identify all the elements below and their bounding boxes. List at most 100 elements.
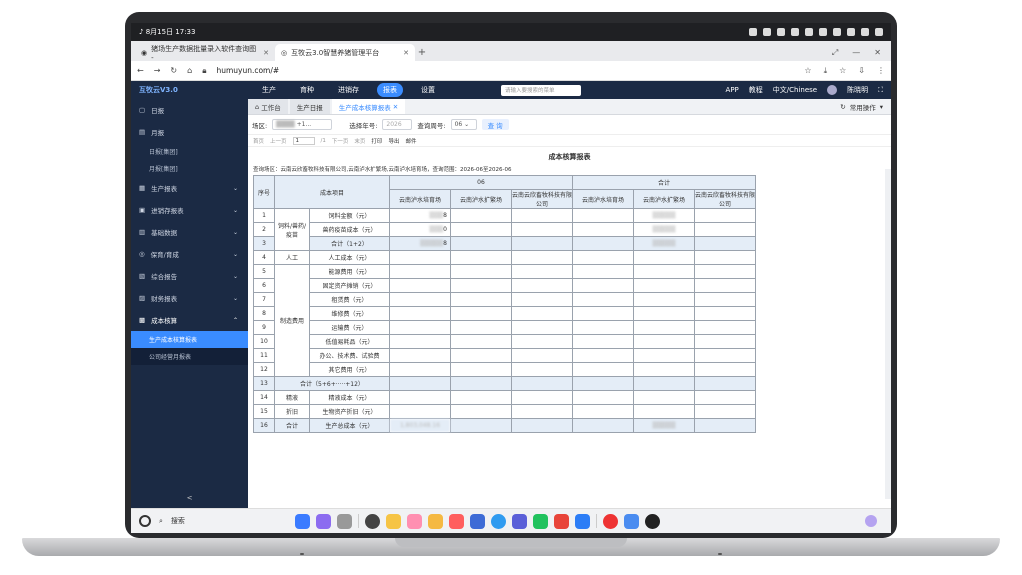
- browser-tabbar: ◉ 猪场生产数据批量录入软件查询图 - ✕ ◎ 互牧云3.0智慧养猪管理平台 ✕…: [131, 41, 891, 62]
- files-icon[interactable]: [315, 513, 331, 529]
- battery-icon[interactable]: [875, 28, 883, 36]
- restore-icon[interactable]: ⤢: [832, 48, 838, 58]
- wps-icon[interactable]: [553, 513, 569, 529]
- qq-icon[interactable]: [644, 513, 660, 529]
- url-field[interactable]: humuyun.com/#: [216, 66, 279, 75]
- chevron-down-icon: ⌄: [232, 228, 238, 236]
- fullscreen-icon[interactable]: ⛶: [878, 86, 883, 95]
- help-link[interactable]: 教程: [749, 85, 763, 95]
- refresh-icon[interactable]: ↻: [840, 103, 845, 111]
- tray-icon[interactable]: [847, 28, 855, 36]
- nursery-icon: ◎: [139, 250, 145, 258]
- app-logo[interactable]: 互牧云V3.0: [131, 85, 248, 95]
- email-button[interactable]: 邮件: [405, 137, 416, 145]
- query-button[interactable]: 查 询: [481, 119, 509, 130]
- app-link[interactable]: APP: [726, 86, 739, 94]
- tray-icon[interactable]: [833, 28, 841, 36]
- sidebar-item-daily[interactable]: ▢ 日报: [131, 99, 248, 121]
- nav-production[interactable]: 生产: [256, 83, 282, 97]
- reload-icon[interactable]: ↻: [170, 66, 177, 75]
- sidebar-group-production[interactable]: ▦ 生产报表 ⌄: [131, 177, 248, 199]
- app-icon[interactable]: [574, 513, 590, 529]
- sidebar-group-basic-data[interactable]: ▥ 基础数据 ⌄: [131, 221, 248, 243]
- sidebar-collapse-button[interactable]: <: [131, 488, 248, 508]
- back-icon[interactable]: ←: [137, 66, 144, 75]
- sidebar-item-monthly[interactable]: ▤ 月报: [131, 121, 248, 143]
- star-icon[interactable]: ☆: [804, 66, 811, 76]
- nav-reports[interactable]: 报表: [377, 83, 403, 97]
- tray-icon[interactable]: [777, 28, 785, 36]
- close-icon[interactable]: ✕: [391, 103, 398, 111]
- sidebar-sub-monthly-group[interactable]: 月报[集团]: [131, 160, 248, 177]
- mail-icon[interactable]: [469, 513, 485, 529]
- avatar[interactable]: [827, 85, 838, 95]
- nav-breeding[interactable]: 育种: [294, 83, 320, 97]
- forward-icon[interactable]: →: [154, 66, 161, 75]
- start-icon[interactable]: [139, 515, 151, 527]
- page-input[interactable]: 1: [292, 136, 315, 145]
- minimize-icon[interactable]: —: [852, 48, 860, 57]
- tab-workbench[interactable]: ⌂ 工作台: [248, 99, 288, 114]
- next-page-button[interactable]: 下一页: [332, 137, 349, 145]
- sidebar-sub-monthly-ops[interactable]: 公司经营月报表: [131, 348, 248, 365]
- print-button[interactable]: 打印: [371, 137, 382, 145]
- wifi-icon[interactable]: [861, 28, 869, 36]
- extensions-icon[interactable]: ⇩: [858, 66, 865, 76]
- user-name[interactable]: 陈晓明: [847, 85, 868, 95]
- tab-daily-report[interactable]: 生产日报: [289, 99, 330, 114]
- period-select[interactable]: 06 ⌄: [450, 119, 477, 130]
- more-icon[interactable]: ⋮: [877, 66, 885, 76]
- app-icon[interactable]: [602, 513, 618, 529]
- sidebar-group-summary[interactable]: ▧ 综合报告 ⌄: [131, 265, 248, 287]
- sidebar-sub-daily-group[interactable]: 日报[集团]: [131, 143, 248, 160]
- browser-tab[interactable]: ◉ 猪场生产数据批量录入软件查询图 - ✕: [135, 44, 275, 62]
- year-select[interactable]: 2026: [382, 119, 413, 130]
- tray-icon[interactable]: [749, 28, 757, 36]
- sidebar-group-cost[interactable]: ▩ 成本核算 ⌃: [131, 309, 248, 331]
- tray-icon[interactable]: [805, 28, 813, 36]
- app-icon[interactable]: [511, 513, 527, 529]
- assistant-icon[interactable]: [865, 515, 877, 527]
- last-page-button[interactable]: 末页: [354, 137, 365, 145]
- page-total: /1: [320, 137, 326, 144]
- tray-icon[interactable]: [763, 28, 771, 36]
- prev-page-button[interactable]: 上一页: [270, 137, 287, 145]
- favorites-icon[interactable]: ☆: [839, 66, 846, 76]
- first-page-button[interactable]: 首页: [253, 137, 264, 145]
- nav-inventory[interactable]: 进销存: [332, 83, 365, 97]
- home-icon[interactable]: ⌂: [187, 66, 192, 75]
- folder-icon[interactable]: [385, 513, 401, 529]
- close-icon[interactable]: ✕: [874, 48, 881, 57]
- close-icon[interactable]: ✕: [403, 49, 409, 57]
- app-grid-icon[interactable]: [294, 513, 310, 529]
- taskbar-search[interactable]: 搜索: [171, 516, 185, 526]
- sidebar-group-inventory[interactable]: ▣ 进销存报表 ⌄: [131, 199, 248, 221]
- wechat-icon[interactable]: [532, 513, 548, 529]
- language-select[interactable]: 中文/Chinese: [773, 85, 817, 95]
- new-tab-button[interactable]: +: [415, 44, 429, 61]
- close-icon[interactable]: ✕: [263, 49, 269, 57]
- sidebar-group-nursery[interactable]: ◎ 保育/育成 ⌄: [131, 243, 248, 265]
- menu-search-input[interactable]: 请输入要搜索的菜单: [501, 84, 581, 96]
- vertical-scrollbar[interactable]: [885, 169, 891, 499]
- notes-icon[interactable]: [427, 513, 443, 529]
- nav-settings[interactable]: 设置: [415, 83, 441, 97]
- browser-icon[interactable]: [490, 513, 506, 529]
- trash-icon[interactable]: [336, 513, 352, 529]
- farm-select[interactable]: ████ +1...: [272, 119, 333, 130]
- sidebar-group-finance[interactable]: ▨ 财务报表 ⌄: [131, 287, 248, 309]
- calendar-app-icon[interactable]: [448, 513, 464, 529]
- export-button[interactable]: 导出: [388, 137, 399, 145]
- col-no: 序号: [253, 175, 275, 209]
- download-icon[interactable]: ⤓: [824, 66, 828, 76]
- settings-icon[interactable]: [364, 513, 380, 529]
- common-ops-menu[interactable]: ↻ 常用操作 ▾: [840, 99, 891, 114]
- browser-tab-active[interactable]: ◎ 互牧云3.0智慧养猪管理平台 ✕: [275, 44, 415, 61]
- gallery-icon[interactable]: [406, 513, 422, 529]
- store-icon[interactable]: [623, 513, 639, 529]
- sidebar-sub-cost-report[interactable]: 生产成本核算报表: [131, 331, 248, 348]
- tray-icon[interactable]: [791, 28, 799, 36]
- tray-icon[interactable]: [819, 28, 827, 36]
- blurred-value: ▒▒▒▒▒: [652, 422, 676, 429]
- tab-cost-report[interactable]: 生产成本核算报表 ✕: [331, 99, 406, 114]
